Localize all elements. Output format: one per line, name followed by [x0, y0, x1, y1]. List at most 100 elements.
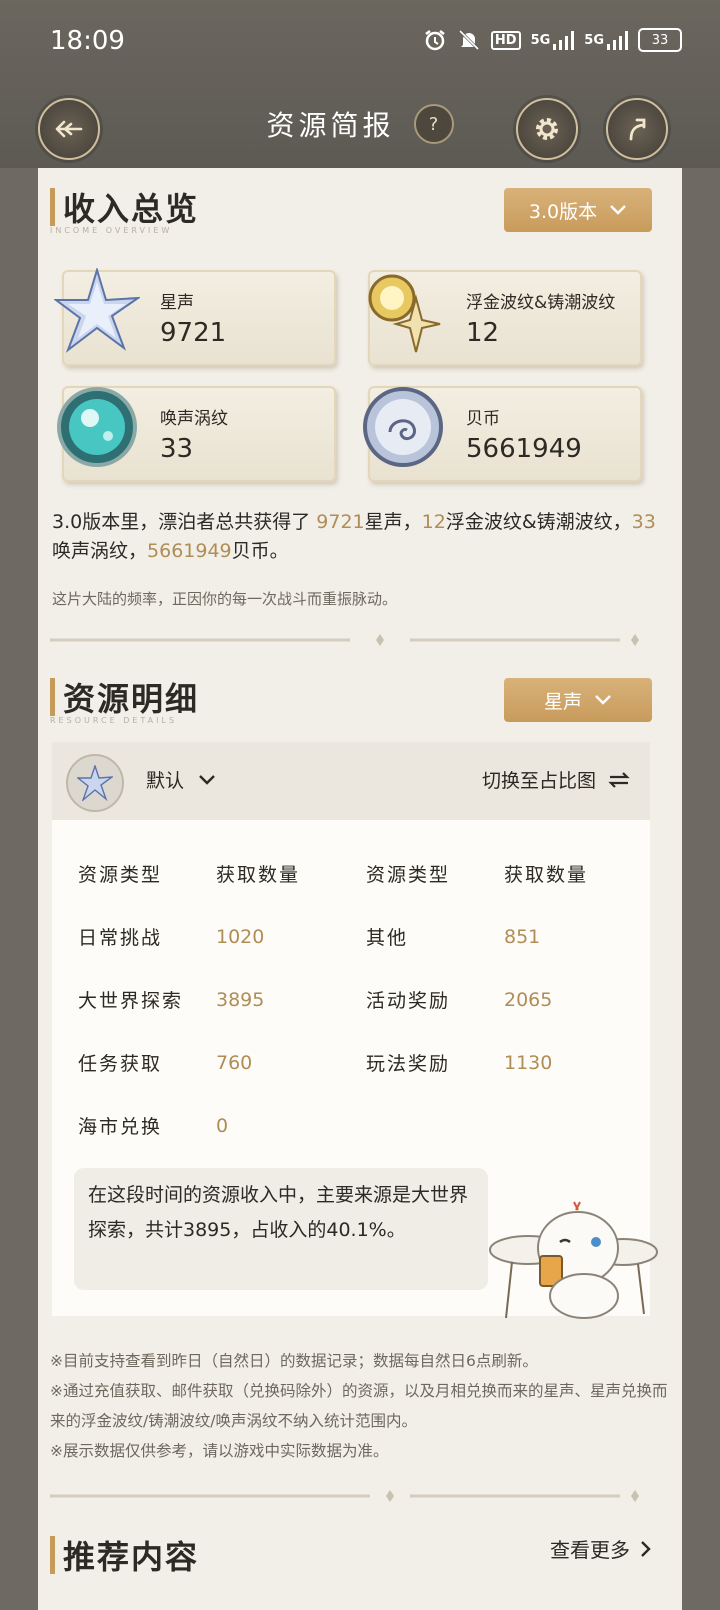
switch-chart-button[interactable]: 切换至占比图: [482, 766, 630, 793]
table-row: 大世界探索 3895 活动奖励 2065: [78, 968, 638, 1031]
signal-label-2: 5G: [584, 32, 604, 48]
sort-dropdown-label: 默认: [146, 770, 185, 792]
summary-text: 星声，: [364, 511, 422, 533]
hd-icon: HD: [490, 30, 521, 50]
table-cell-type: 玩法奖励: [366, 1053, 451, 1075]
radiant-tide-icon: [57, 387, 137, 467]
summary-text: 3.0版本里，漂泊者总共获得了: [52, 511, 317, 533]
shell-credit-icon: [363, 387, 443, 467]
view-more-label: 查看更多: [550, 1538, 630, 1562]
alarm-icon: [423, 28, 447, 52]
resource-name: 贝币: [466, 409, 500, 429]
share-button[interactable]: [606, 98, 668, 160]
table-cell-amount: 760: [216, 1051, 253, 1074]
lustrous-tide-icon: [368, 274, 441, 353]
resource-name: 浮金波纹&铸潮波纹: [466, 293, 616, 313]
astrite-icon: [77, 765, 113, 801]
summary-value: 12: [421, 511, 446, 533]
section-divider: [50, 634, 639, 646]
table-cell-amount: 2065: [504, 988, 553, 1011]
status-time: 18:09: [50, 26, 125, 56]
table-cell-type: 其他: [366, 927, 409, 949]
section-accent-bar: [50, 188, 55, 226]
version-dropdown-label: 3.0版本: [528, 200, 598, 223]
content-card: 收入总览 INCOME OVERVIEW 3.0版本 星声 9721 浮金波纹&…: [38, 168, 682, 1610]
gear-icon: [536, 118, 558, 140]
summary-value: 33: [631, 511, 656, 533]
footnotes: ※目前支持查看到昨日（自然日）的数据记录；数据每自然日6点刷新。 ※通过充值获取…: [50, 1346, 670, 1466]
resource-value: 9721: [160, 318, 227, 348]
page-title: 资源简报: [266, 109, 395, 142]
table-cell-amount: 1130: [504, 1051, 553, 1074]
table-header: 获取数量: [216, 864, 301, 886]
top-bar: 18:09 HD 5G 5G 33 资源简报 ?: [0, 0, 720, 168]
settings-button[interactable]: [516, 98, 578, 160]
motto-text: 这片大陆的频率，正因你的每一次战斗而重振脉动。: [52, 590, 398, 608]
income-summary: 3.0版本里，漂泊者总共获得了 9721星声，12浮金波纹&铸潮波纹，33 唤声涡…: [52, 508, 668, 566]
section-divider: [50, 1490, 639, 1502]
summary-value: 9721: [316, 511, 365, 533]
footnote: ※目前支持查看到昨日（自然日）的数据记录；数据每自然日6点刷新。: [50, 1352, 538, 1370]
mute-icon: [457, 28, 481, 52]
detail-table-panel: 资源类型 获取数量 资源类型 获取数量 日常挑战 1020 其他 851 大世界…: [52, 820, 658, 1319]
switch-chart-label: 切换至占比图: [481, 770, 596, 792]
table-header: 资源类型: [78, 864, 163, 886]
resource-dropdown[interactable]: 星声: [504, 678, 652, 722]
status-icons: HD 5G 5G 33: [423, 28, 682, 52]
recommend-title: 推荐内容: [63, 1538, 200, 1576]
resource-dropdown-label: 星声: [543, 690, 582, 713]
resource-table: 资源类型 获取数量 资源类型 获取数量 日常挑战 1020 其他 851 大世界…: [78, 842, 638, 1157]
share-icon: [629, 118, 646, 141]
resource-value: 12: [466, 318, 500, 348]
version-dropdown[interactable]: 3.0版本: [504, 188, 652, 232]
summary-value: 5661949: [147, 540, 232, 562]
table-row: 日常挑战 1020 其他 851: [78, 905, 638, 968]
detail-section-title: 资源明细: [50, 674, 199, 720]
table-cell-amount: 1020: [216, 925, 265, 948]
table-row: 海市兑换 0: [78, 1094, 638, 1157]
view-more-link[interactable]: 查看更多: [550, 1534, 652, 1563]
chevron-down-icon: [610, 205, 626, 215]
radiant-tide-card: 唤声涡纹 33: [57, 386, 336, 482]
table-cell-amount: 3895: [216, 988, 265, 1011]
table-cell-type: 大世界探索: [78, 990, 184, 1012]
summary-text: 唤声涡纹，: [52, 540, 148, 562]
resource-name: 星声: [160, 293, 194, 313]
help-button[interactable]: ?: [413, 104, 454, 144]
table-row: 任务获取 760 玩法奖励 1130: [78, 1031, 638, 1094]
table-cell-amount: 851: [504, 925, 541, 948]
astrite-card: 星声 9721: [54, 268, 336, 366]
section-accent-bar: [50, 678, 55, 716]
income-section-title: 收入总览: [50, 184, 199, 230]
lustrous-tide-card: 浮金波纹&铸潮波纹 12: [368, 270, 642, 366]
shell-credit-card: 贝币 5661949: [363, 386, 642, 482]
table-cell-type: 活动奖励: [366, 990, 451, 1012]
table-header: 获取数量: [504, 864, 589, 886]
table-cell-type: 海市兑换: [78, 1116, 163, 1138]
table-cell-type: 任务获取: [78, 1053, 163, 1075]
detail-title: 资源明细: [63, 680, 200, 718]
astrite-icon: [54, 268, 140, 353]
detail-header: 默认 切换至占比图: [52, 742, 650, 820]
recommend-section-title: 推荐内容: [50, 1532, 199, 1578]
footnote: ※通过充值获取、邮件获取（兑换码除外）的资源，以及月相兑换而来的星声、星声兑换而…: [50, 1382, 668, 1430]
table-cell-amount: 0: [216, 1114, 229, 1137]
detail-subtitle: RESOURCE DETAILS: [50, 716, 178, 725]
mascot-illustration: [489, 1201, 658, 1319]
5g-signal-icon-2: 5G: [584, 30, 628, 50]
sort-dropdown[interactable]: 默认: [146, 766, 216, 793]
chevron-down-icon: [595, 695, 611, 705]
astrite-avatar: [66, 754, 124, 812]
income-title: 收入总览: [63, 190, 200, 228]
source-note: 在这段时间的资源收入中，主要来源是大世界探索，共计3895，占收入的40.1%。: [74, 1168, 488, 1290]
chevron-down-icon: [199, 774, 215, 785]
section-accent-bar: [50, 1536, 55, 1574]
table-header-row: 资源类型 获取数量 资源类型 获取数量: [78, 842, 638, 905]
chevron-right-icon: [641, 1540, 651, 1557]
summary-text: 贝币。: [231, 540, 289, 562]
resource-name: 唤声涡纹: [160, 409, 228, 429]
battery-icon: 33: [638, 28, 682, 52]
resource-value: 33: [160, 434, 194, 464]
5g-signal-icon: 5G: [531, 30, 575, 50]
income-subtitle: INCOME OVERVIEW: [50, 226, 173, 235]
